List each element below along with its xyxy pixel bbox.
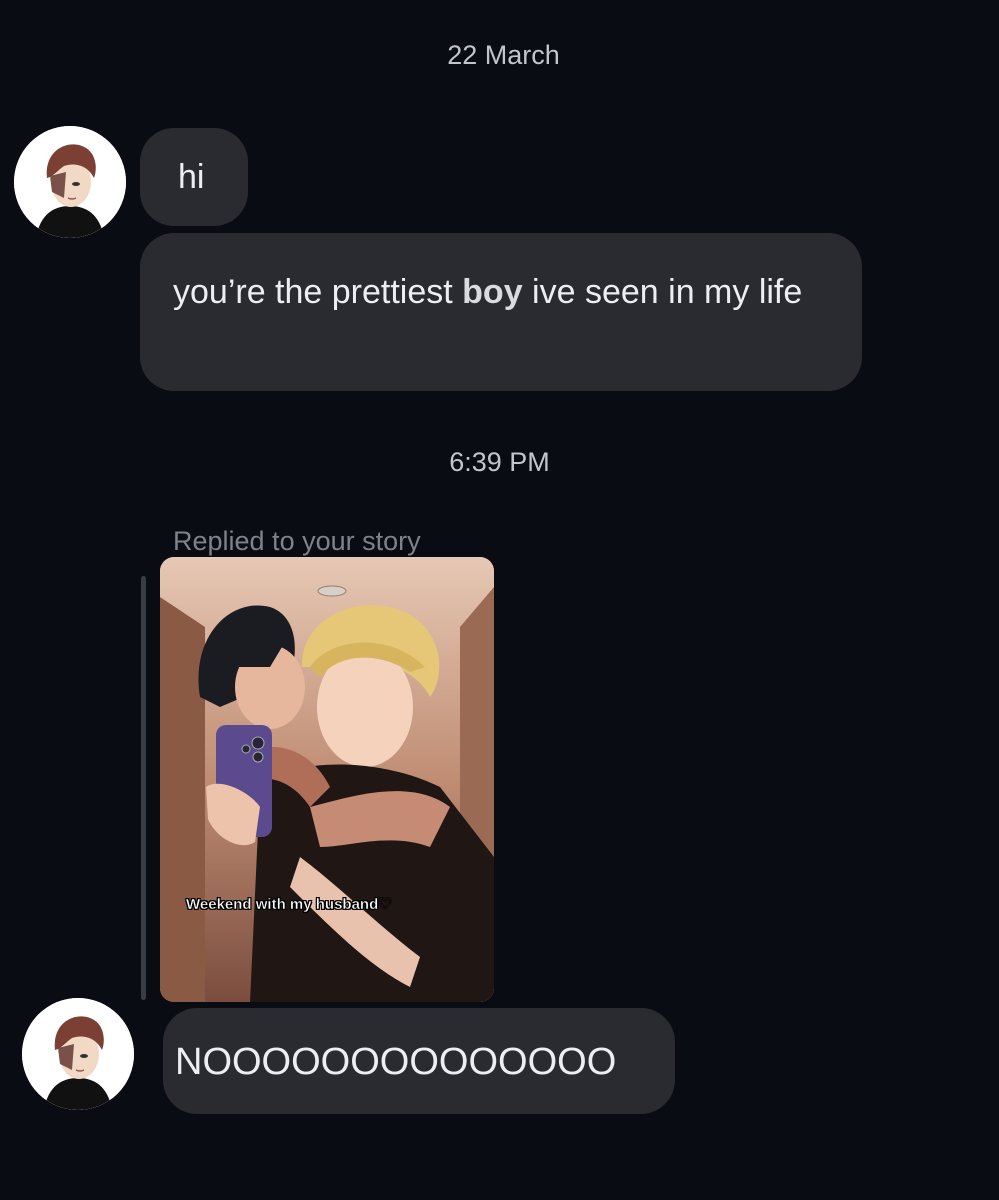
message-text: hi — [178, 158, 205, 196]
reply-indicator-bar — [141, 576, 146, 1000]
sender-avatar-icon[interactable] — [14, 126, 126, 238]
message-text-emphasis: boy — [462, 273, 523, 311]
message-text-part: you’re the prettiest — [173, 273, 463, 311]
message-bubble-prettiest[interactable]: you’re the prettiest boy ive seen in my … — [140, 233, 862, 391]
message-text: NOOOOOOOOOOOOOO — [175, 1041, 617, 1083]
message-bubble-nooo[interactable]: NOOOOOOOOOOOOOO — [163, 1008, 675, 1114]
time-divider: 6:39 PM — [449, 447, 550, 477]
message-text-part: ive seen in my life — [522, 273, 803, 311]
story-thumbnail[interactable]: Weekend with my husband♡ — [160, 557, 494, 1002]
story-caption: Weekend with my husband♡ — [186, 896, 392, 913]
message-bubble-hi[interactable]: hi — [140, 128, 248, 226]
date-divider: 22 March — [447, 40, 560, 70]
replied-to-story-label: Replied to your story — [173, 526, 421, 556]
sender-avatar-icon[interactable] — [22, 998, 134, 1110]
